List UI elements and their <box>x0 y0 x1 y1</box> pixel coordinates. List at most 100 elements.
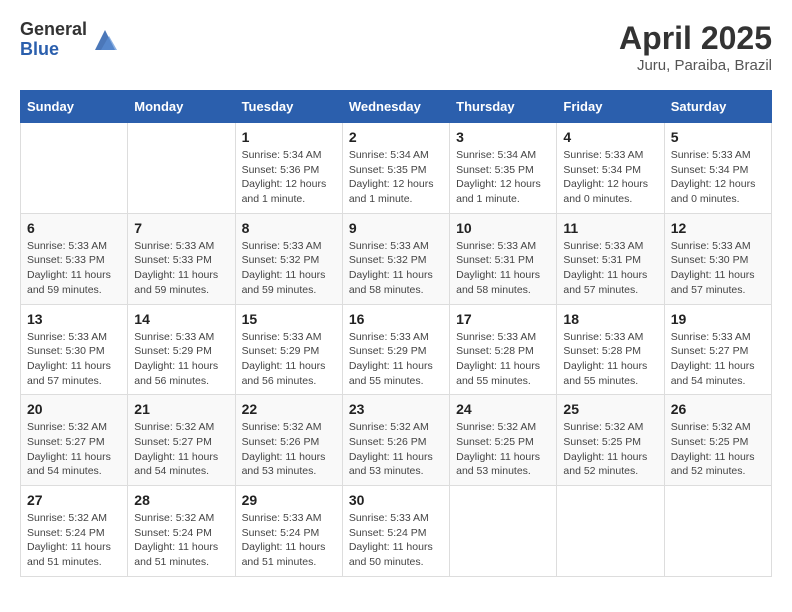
weekday-header-friday: Friday <box>557 91 664 123</box>
day-info: Sunrise: 5:32 AM Sunset: 5:25 PM Dayligh… <box>456 420 550 479</box>
title-area: April 2025 Juru, Paraiba, Brazil <box>619 20 772 74</box>
day-info: Sunrise: 5:33 AM Sunset: 5:29 PM Dayligh… <box>134 330 228 389</box>
day-info: Sunrise: 5:32 AM Sunset: 5:25 PM Dayligh… <box>671 420 765 479</box>
day-number: 26 <box>671 401 765 417</box>
weekday-header-monday: Monday <box>128 91 235 123</box>
calendar-cell: 7 Sunrise: 5:33 AM Sunset: 5:33 PM Daylig… <box>128 213 235 304</box>
calendar-cell: 13Sunrise: 5:33 AM Sunset: 5:30 PM Dayli… <box>21 304 128 395</box>
calendar-cell: 18Sunrise: 5:33 AM Sunset: 5:28 PM Dayli… <box>557 304 664 395</box>
day-info: Sunrise: 5:33 AM Sunset: 5:31 PM Dayligh… <box>456 239 550 298</box>
day-info: Sunrise: 5:33 AM Sunset: 5:29 PM Dayligh… <box>349 330 443 389</box>
day-info: Sunrise: 5:33 AM Sunset: 5:33 PM Dayligh… <box>134 239 228 298</box>
day-info: Sunrise: 5:32 AM Sunset: 5:27 PM Dayligh… <box>27 420 121 479</box>
calendar-cell: 9 Sunrise: 5:33 AM Sunset: 5:32 PM Daylig… <box>342 213 449 304</box>
calendar-cell: 16 Sunrise: 5:33 AM Sunset: 5:29 PM Dayli… <box>342 304 449 395</box>
calendar-week-row: 20 Sunrise: 5:32 AM Sunset: 5:27 PM Dayli… <box>21 395 772 486</box>
day-number: 29 <box>242 492 336 508</box>
calendar-cell: 12 Sunrise: 5:33 AM Sunset: 5:30 PM Dayli… <box>664 213 771 304</box>
day-number: 30 <box>349 492 443 508</box>
calendar-cell: 14 Sunrise: 5:33 AM Sunset: 5:29 PM Dayli… <box>128 304 235 395</box>
day-info: Sunrise: 5:33 AM Sunset: 5:33 PM Dayligh… <box>27 239 121 298</box>
calendar-cell: 17 Sunrise: 5:33 AM Sunset: 5:28 PM Dayli… <box>450 304 557 395</box>
calendar-cell: 30 Sunrise: 5:33 AM Sunset: 5:24 PM Dayli… <box>342 486 449 577</box>
calendar-cell: 5 Sunrise: 5:33 AM Sunset: 5:34 PM Daylig… <box>664 123 771 214</box>
day-info: Sunrise: 5:32 AM Sunset: 5:27 PM Dayligh… <box>134 420 228 479</box>
calendar-table: SundayMondayTuesdayWednesdayThursdayFrid… <box>20 90 772 577</box>
calendar-week-row: 6Sunrise: 5:33 AM Sunset: 5:33 PM Daylig… <box>21 213 772 304</box>
day-number: 9 <box>349 220 443 236</box>
calendar-cell: 6Sunrise: 5:33 AM Sunset: 5:33 PM Daylig… <box>21 213 128 304</box>
calendar-week-row: 27 Sunrise: 5:32 AM Sunset: 5:24 PM Dayli… <box>21 486 772 577</box>
calendar-cell: 23Sunrise: 5:32 AM Sunset: 5:26 PM Dayli… <box>342 395 449 486</box>
day-info: Sunrise: 5:33 AM Sunset: 5:24 PM Dayligh… <box>242 511 336 570</box>
day-number: 10 <box>456 220 550 236</box>
day-info: Sunrise: 5:33 AM Sunset: 5:24 PM Dayligh… <box>349 511 443 570</box>
calendar-cell: 28 Sunrise: 5:32 AM Sunset: 5:24 PM Dayli… <box>128 486 235 577</box>
calendar-cell: 21Sunrise: 5:32 AM Sunset: 5:27 PM Dayli… <box>128 395 235 486</box>
calendar-cell: 4 Sunrise: 5:33 AM Sunset: 5:34 PM Daylig… <box>557 123 664 214</box>
calendar-cell: 25Sunrise: 5:32 AM Sunset: 5:25 PM Dayli… <box>557 395 664 486</box>
calendar-week-row: 13Sunrise: 5:33 AM Sunset: 5:30 PM Dayli… <box>21 304 772 395</box>
day-number: 7 <box>134 220 228 236</box>
weekday-header-wednesday: Wednesday <box>342 91 449 123</box>
calendar-cell: 10 Sunrise: 5:33 AM Sunset: 5:31 PM Dayli… <box>450 213 557 304</box>
location-subtitle: Juru, Paraiba, Brazil <box>619 57 772 74</box>
day-number: 13 <box>27 311 121 327</box>
logo: General Blue <box>20 20 119 60</box>
day-info: Sunrise: 5:33 AM Sunset: 5:34 PM Dayligh… <box>563 148 657 207</box>
month-title: April 2025 <box>619 20 772 57</box>
calendar-cell: 24Sunrise: 5:32 AM Sunset: 5:25 PM Dayli… <box>450 395 557 486</box>
day-number: 19 <box>671 311 765 327</box>
day-info: Sunrise: 5:33 AM Sunset: 5:32 PM Dayligh… <box>349 239 443 298</box>
weekday-header-tuesday: Tuesday <box>235 91 342 123</box>
day-info: Sunrise: 5:33 AM Sunset: 5:29 PM Dayligh… <box>242 330 336 389</box>
calendar-cell: 22 Sunrise: 5:32 AM Sunset: 5:26 PM Dayli… <box>235 395 342 486</box>
day-number: 3 <box>456 129 550 145</box>
day-number: 16 <box>349 311 443 327</box>
day-number: 4 <box>563 129 657 145</box>
day-number: 8 <box>242 220 336 236</box>
day-number: 14 <box>134 311 228 327</box>
day-info: Sunrise: 5:32 AM Sunset: 5:26 PM Dayligh… <box>349 420 443 479</box>
day-info: Sunrise: 5:34 AM Sunset: 5:35 PM Dayligh… <box>349 148 443 207</box>
day-info: Sunrise: 5:32 AM Sunset: 5:24 PM Dayligh… <box>134 511 228 570</box>
calendar-cell: 15Sunrise: 5:33 AM Sunset: 5:29 PM Dayli… <box>235 304 342 395</box>
calendar-cell: 20 Sunrise: 5:32 AM Sunset: 5:27 PM Dayli… <box>21 395 128 486</box>
calendar-cell: 2Sunrise: 5:34 AM Sunset: 5:35 PM Daylig… <box>342 123 449 214</box>
day-number: 28 <box>134 492 228 508</box>
calendar-cell: 19 Sunrise: 5:33 AM Sunset: 5:27 PM Dayli… <box>664 304 771 395</box>
day-info: Sunrise: 5:33 AM Sunset: 5:31 PM Dayligh… <box>563 239 657 298</box>
day-info: Sunrise: 5:34 AM Sunset: 5:35 PM Dayligh… <box>456 148 550 207</box>
weekday-header-row: SundayMondayTuesdayWednesdayThursdayFrid… <box>21 91 772 123</box>
weekday-header-sunday: Sunday <box>21 91 128 123</box>
calendar-cell <box>664 486 771 577</box>
day-number: 1 <box>242 129 336 145</box>
calendar-cell <box>450 486 557 577</box>
day-number: 17 <box>456 311 550 327</box>
calendar-cell: 26 Sunrise: 5:32 AM Sunset: 5:25 PM Dayli… <box>664 395 771 486</box>
calendar-cell: 11Sunrise: 5:33 AM Sunset: 5:31 PM Dayli… <box>557 213 664 304</box>
calendar-cell <box>128 123 235 214</box>
logo-icon <box>91 26 119 54</box>
calendar-week-row: 1 Sunrise: 5:34 AM Sunset: 5:36 PM Daylig… <box>21 123 772 214</box>
day-info: Sunrise: 5:33 AM Sunset: 5:28 PM Dayligh… <box>563 330 657 389</box>
logo-general-text: General <box>20 20 87 40</box>
calendar-cell <box>557 486 664 577</box>
calendar-cell <box>21 123 128 214</box>
day-info: Sunrise: 5:33 AM Sunset: 5:34 PM Dayligh… <box>671 148 765 207</box>
day-info: Sunrise: 5:33 AM Sunset: 5:27 PM Dayligh… <box>671 330 765 389</box>
day-number: 27 <box>27 492 121 508</box>
day-number: 22 <box>242 401 336 417</box>
calendar-cell: 3 Sunrise: 5:34 AM Sunset: 5:35 PM Daylig… <box>450 123 557 214</box>
day-info: Sunrise: 5:32 AM Sunset: 5:26 PM Dayligh… <box>242 420 336 479</box>
day-number: 12 <box>671 220 765 236</box>
day-info: Sunrise: 5:33 AM Sunset: 5:28 PM Dayligh… <box>456 330 550 389</box>
day-info: Sunrise: 5:33 AM Sunset: 5:30 PM Dayligh… <box>671 239 765 298</box>
day-number: 20 <box>27 401 121 417</box>
logo-blue-text: Blue <box>20 40 87 60</box>
day-info: Sunrise: 5:32 AM Sunset: 5:25 PM Dayligh… <box>563 420 657 479</box>
day-info: Sunrise: 5:32 AM Sunset: 5:24 PM Dayligh… <box>27 511 121 570</box>
day-number: 5 <box>671 129 765 145</box>
day-info: Sunrise: 5:34 AM Sunset: 5:36 PM Dayligh… <box>242 148 336 207</box>
calendar-cell: 27 Sunrise: 5:32 AM Sunset: 5:24 PM Dayli… <box>21 486 128 577</box>
